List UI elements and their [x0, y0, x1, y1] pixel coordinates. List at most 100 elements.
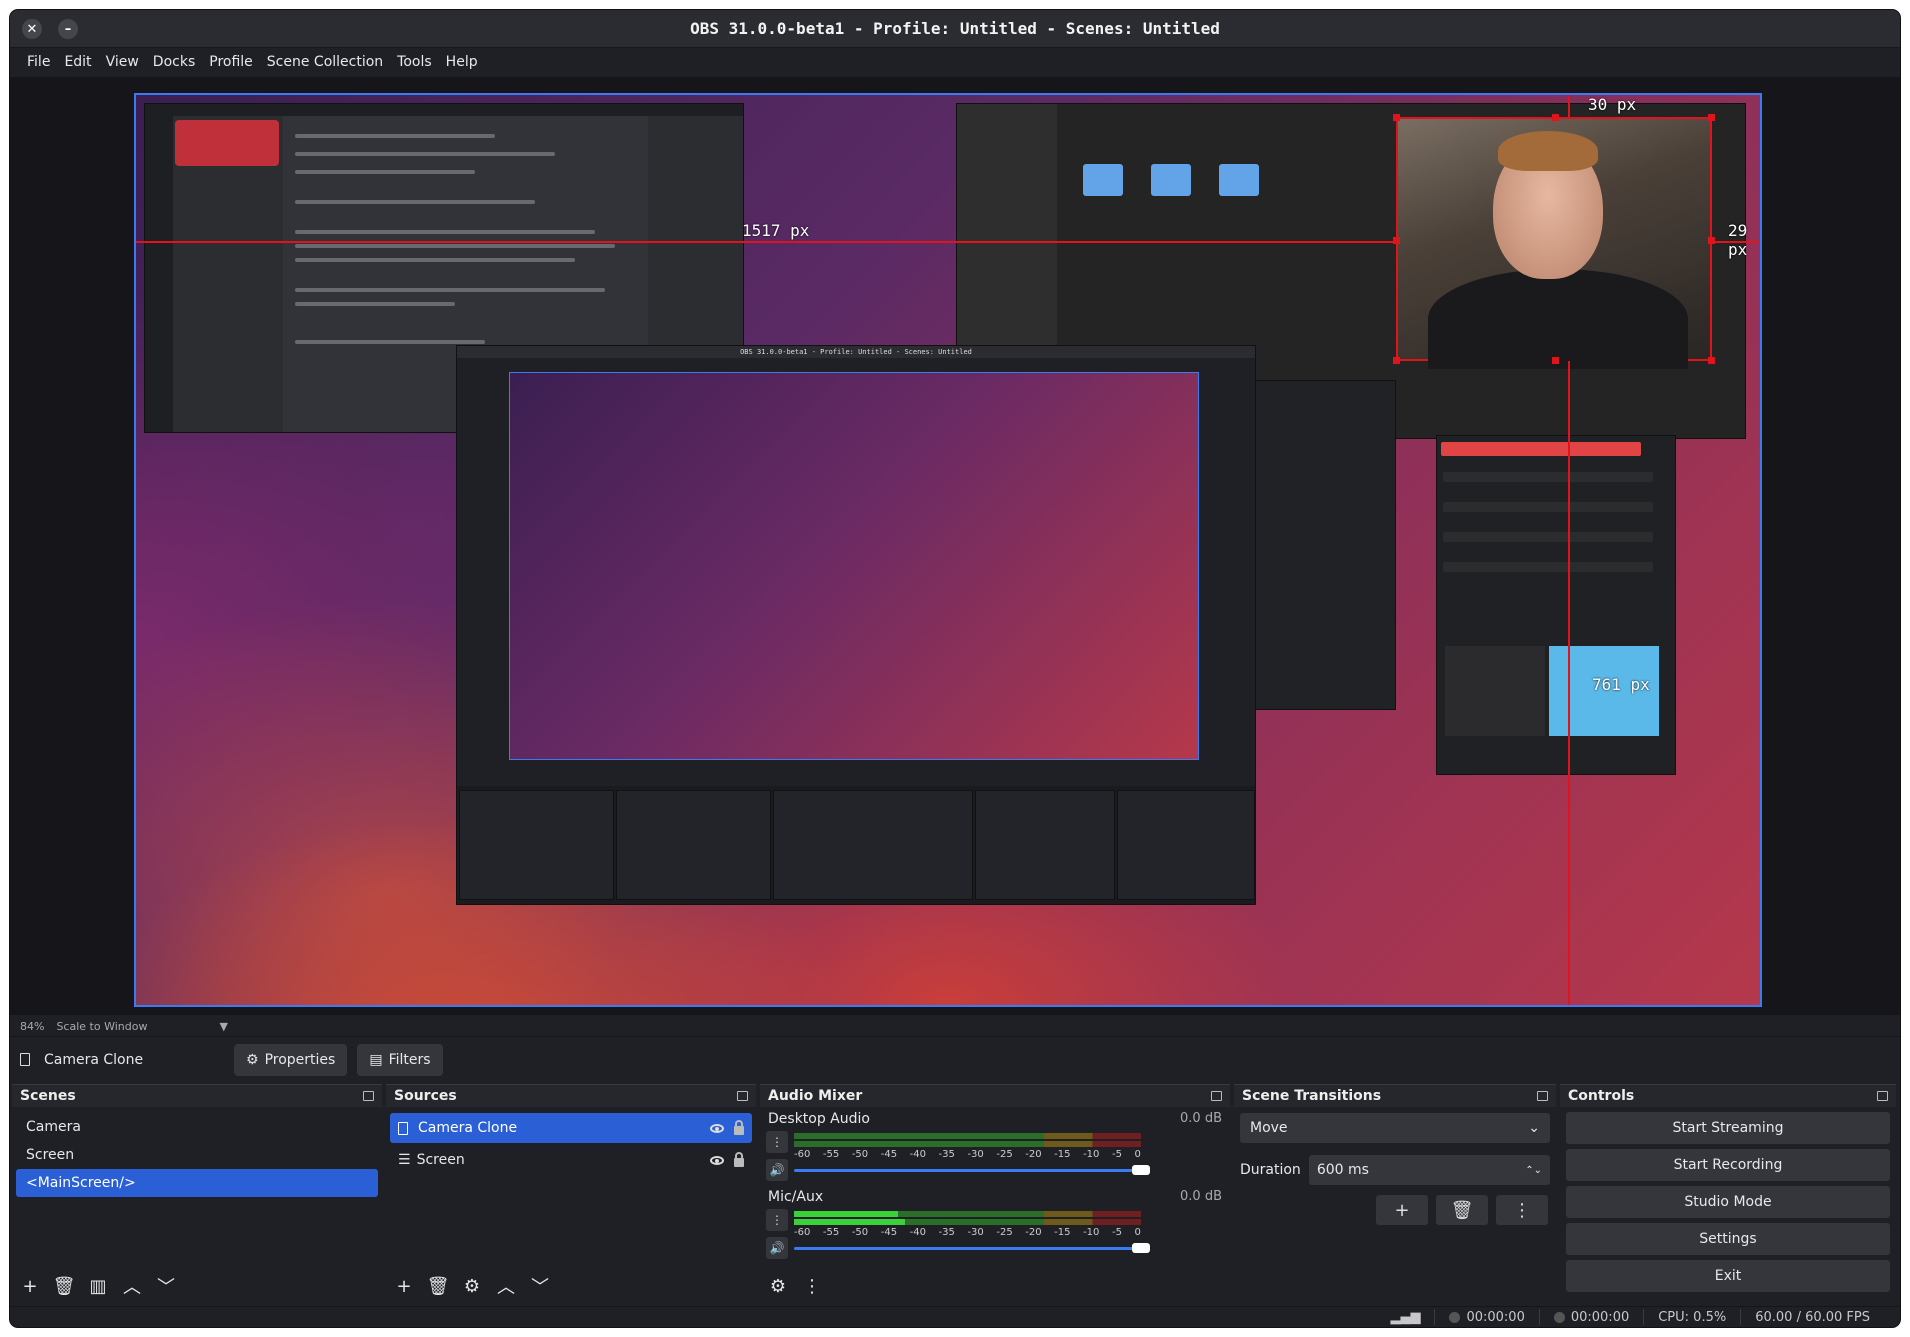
close-icon[interactable]: ✕ [22, 19, 42, 39]
kebab-menu-icon[interactable]: ⋮ [1496, 1195, 1548, 1225]
add-icon[interactable]: + [392, 1274, 416, 1298]
source-toolbar: Camera Clone ⚙ Properties ▤ Filters [10, 1036, 1900, 1082]
menu-edit[interactable]: Edit [57, 54, 98, 70]
scenes-title: Scenes [20, 1088, 76, 1104]
undock-icon[interactable] [1211, 1091, 1222, 1101]
preview-canvas[interactable]: OBS 31.0.0-beta1 - Profile: Untitled - S… [134, 93, 1762, 1007]
channel-name: Mic/Aux [768, 1189, 824, 1205]
controls-title: Controls [1568, 1088, 1635, 1104]
title-bar: ✕ – OBS 31.0.0-beta1 - Profile: Untitled… [10, 10, 1900, 48]
duration-spinbox[interactable]: 600 ms ⌃⌄ [1308, 1155, 1550, 1185]
settings-button[interactable]: Settings [1566, 1223, 1890, 1255]
measure-top: 30 px [1588, 95, 1637, 114]
undock-icon[interactable] [363, 1091, 374, 1101]
sources-title: Sources [394, 1088, 457, 1104]
alignment-guide [1568, 95, 1570, 117]
menu-profile[interactable]: Profile [202, 54, 260, 70]
volume-slider-handle[interactable] [1132, 1243, 1150, 1253]
add-transition-button[interactable]: + [1376, 1195, 1428, 1225]
sources-dock: Sources Camera Clone ☰ Screen + 🗑 ⚙ ︿ ﹀ [386, 1084, 756, 1304]
eye-icon[interactable] [710, 1155, 724, 1165]
source-item-screen[interactable]: ☰ Screen [390, 1145, 752, 1175]
undock-icon[interactable] [1877, 1091, 1888, 1101]
filters-button[interactable]: ▤ Filters [357, 1043, 443, 1076]
menu-scene-collection[interactable]: Scene Collection [260, 54, 390, 70]
advanced-audio-icon[interactable]: ⚙ [766, 1274, 790, 1298]
menu-docks[interactable]: Docks [146, 54, 202, 70]
undock-icon[interactable] [737, 1091, 748, 1101]
channel-name: Desktop Audio [768, 1111, 870, 1127]
start-recording-button[interactable]: Start Recording [1566, 1149, 1890, 1181]
trash-icon[interactable]: 🗑 [1436, 1195, 1488, 1225]
measure-right: 29 px [1728, 221, 1748, 259]
gear-icon[interactable]: ⚙ [460, 1274, 484, 1298]
meter-ticks: -60 -55 -50 -45 -40 -35 -30 -25 -20 -15 -10 -5 0 [794, 1227, 1141, 1238]
menu-help[interactable]: Help [439, 54, 485, 70]
scale-mode[interactable]: Scale to Window [56, 1020, 147, 1033]
nested-title: OBS 31.0.0-beta1 - Profile: Untitled - S… [457, 346, 1255, 358]
menu-bar: File Edit View Docks Profile Scene Colle… [10, 48, 1900, 76]
kebab-menu-icon[interactable]: ⋮ [766, 1131, 788, 1153]
scenes-dock: Scenes Camera Screen <MainScreen/> + 🗑 ▥… [12, 1084, 382, 1304]
trash-icon[interactable]: 🗑 [52, 1274, 76, 1298]
trash-icon[interactable]: 🗑 [426, 1274, 450, 1298]
menu-view[interactable]: View [99, 54, 146, 70]
properties-label: Properties [264, 1051, 336, 1068]
volume-slider[interactable] [794, 1243, 1150, 1253]
lock-icon[interactable] [734, 1119, 744, 1135]
scene-item[interactable]: Camera [16, 1113, 378, 1141]
minimize-icon[interactable]: – [58, 19, 78, 39]
stepper-icon[interactable]: ⌃⌄ [1525, 1165, 1542, 1176]
folder-icon [1151, 164, 1191, 196]
undock-icon[interactable] [1537, 1091, 1548, 1101]
alignment-guide [1568, 361, 1570, 1005]
volume-slider[interactable] [794, 1165, 1150, 1175]
dock-area: Scenes Camera Screen <MainScreen/> + 🗑 ▥… [10, 1084, 1900, 1304]
scene-item[interactable]: Screen [16, 1141, 378, 1169]
exit-button[interactable]: Exit [1566, 1260, 1890, 1292]
chevron-down-icon[interactable]: ▼ [219, 1020, 227, 1033]
transition-type: Move [1250, 1120, 1288, 1136]
filter-icon[interactable]: ▥ [86, 1274, 110, 1298]
transition-select[interactable]: Move ⌄ [1240, 1113, 1550, 1143]
server-banner [175, 120, 279, 166]
menu-file[interactable]: File [20, 54, 57, 70]
start-streaming-button[interactable]: Start Streaming [1566, 1112, 1890, 1144]
speaker-icon[interactable]: 🔊 [766, 1159, 788, 1181]
chevron-down-icon[interactable]: ﹀ [528, 1274, 552, 1298]
add-icon[interactable]: + [18, 1274, 42, 1298]
kebab-menu-icon[interactable]: ⋮ [800, 1274, 824, 1298]
window-title: OBS 31.0.0-beta1 - Profile: Untitled - S… [690, 19, 1220, 38]
scene-item-selected[interactable]: <MainScreen/> [16, 1169, 378, 1197]
menu-tools[interactable]: Tools [390, 54, 439, 70]
speaker-icon[interactable]: 🔊 [766, 1237, 788, 1259]
preview-area[interactable]: OBS 31.0.0-beta1 - Profile: Untitled - S… [10, 77, 1900, 1015]
stream-time: 00:00:00 [1449, 1310, 1525, 1325]
source-item-camera-clone[interactable]: Camera Clone [390, 1113, 752, 1143]
chevron-up-icon[interactable]: ︿ [494, 1274, 518, 1298]
measure-bottom: 761 px [1592, 675, 1650, 694]
properties-button[interactable]: ⚙ Properties [234, 1043, 348, 1076]
file-icon [20, 1053, 30, 1066]
chevron-up-icon[interactable]: ︿ [120, 1274, 144, 1298]
duration-value: 600 ms [1316, 1162, 1369, 1178]
lock-icon[interactable] [734, 1151, 744, 1167]
studio-mode-button[interactable]: Studio Mode [1566, 1186, 1890, 1218]
signal-icon: ▂▄▆ [1390, 1309, 1421, 1325]
audio-mixer-dock: Audio Mixer Desktop Audio 0.0 dB ⋮ 🔊 -60-… [760, 1084, 1230, 1304]
duration-label: Duration [1240, 1162, 1301, 1178]
transitions-title: Scene Transitions [1242, 1088, 1382, 1104]
obs-window: ✕ – OBS 31.0.0-beta1 - Profile: Untitled… [10, 10, 1900, 1327]
eye-icon[interactable] [710, 1123, 724, 1133]
measure-left: 1517 px [742, 221, 810, 240]
alignment-guide [136, 241, 1396, 243]
volume-meter [794, 1133, 1141, 1149]
list-icon: ☰ [398, 1152, 411, 1168]
volume-slider-handle[interactable] [1132, 1165, 1150, 1175]
status-bar: ▂▄▆ 00:00:00 00:00:00 CPU: 0.5% 60.00 / … [10, 1306, 1900, 1327]
meter-ticks: -60 -55 -50 -45 -40 -35 -30 -25 -20 -15 -10 -5 0 [794, 1149, 1141, 1160]
kebab-menu-icon[interactable]: ⋮ [766, 1209, 788, 1231]
camera-clone-source[interactable] [1393, 114, 1715, 369]
volume-meter [794, 1211, 1141, 1227]
chevron-down-icon[interactable]: ﹀ [154, 1274, 178, 1298]
